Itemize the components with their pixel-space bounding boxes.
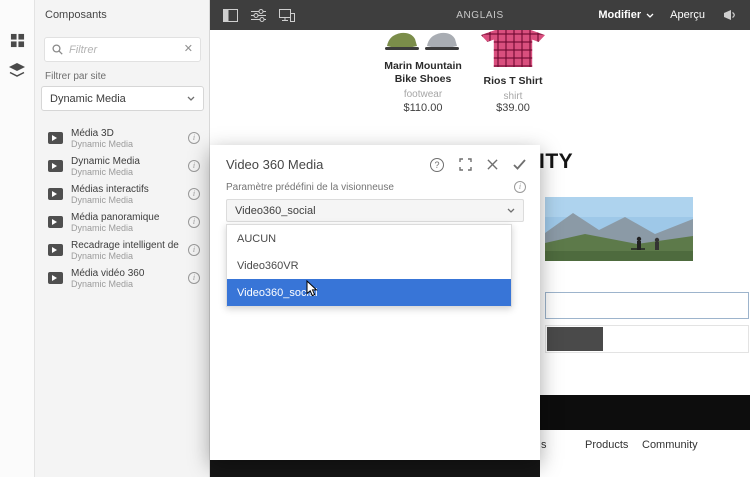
component-title: Média vidéo 360: [71, 267, 145, 279]
fullscreen-icon[interactable]: [459, 158, 472, 171]
site-filter-value: Dynamic Media: [50, 92, 126, 105]
option-video360vr[interactable]: Video360VR: [227, 252, 511, 279]
components-sidebar: Composants ✕ Filtrer par site Dynamic Me…: [35, 0, 210, 477]
info-icon[interactable]: i: [514, 181, 526, 193]
button-placeholder[interactable]: [547, 327, 603, 351]
component-title: Média 3D: [71, 127, 114, 139]
media-component-icon: [48, 132, 63, 144]
component-group: Dynamic Media: [71, 278, 134, 289]
info-icon[interactable]: i: [188, 188, 200, 200]
sidebar-title: Composants: [45, 9, 107, 21]
clear-filter-icon[interactable]: ✕: [184, 44, 193, 55]
chevron-down-icon: [507, 208, 515, 213]
component-title: Recadrage intelligent de la...: [71, 239, 180, 251]
media-component-icon: [48, 272, 63, 284]
option-aucun[interactable]: AUCUN: [227, 225, 511, 252]
info-icon[interactable]: i: [188, 216, 200, 228]
media-component-icon: [48, 160, 63, 172]
product-name: Rios T Shirt: [483, 75, 543, 87]
side-panel-rail: [0, 0, 35, 477]
component-title: Médias interactifs: [71, 183, 149, 195]
component-filter-box: ✕: [44, 37, 201, 62]
viewer-preset-select[interactable]: Video360_social: [226, 199, 524, 222]
search-icon: [52, 44, 63, 55]
component-group: Dynamic Media: [71, 250, 134, 261]
option-video360-social[interactable]: Video360_social: [227, 279, 511, 306]
product-image-shoes: [385, 32, 459, 50]
video-360-media-dialog: Video 360 Media ? Paramètre prédéfini de…: [210, 145, 540, 460]
page-locale-label: ANGLAIS: [456, 9, 504, 21]
footer-link-partial[interactable]: s: [541, 439, 547, 451]
component-item-smart-crop[interactable]: Recadrage intelligent de la...Dynamic Me…: [35, 236, 209, 264]
product-image-shirt: [481, 30, 545, 67]
chevron-down-icon: [187, 96, 195, 101]
announce-icon[interactable]: [721, 7, 738, 24]
media-component-icon: [48, 244, 63, 256]
community-photo[interactable]: [545, 197, 693, 261]
component-item-interactive-media[interactable]: Médias interactifs Dynamic Media i: [35, 180, 209, 208]
close-icon[interactable]: [487, 159, 498, 170]
component-placeholder-box[interactable]: [545, 292, 749, 319]
footer-link-community[interactable]: Community: [642, 439, 698, 451]
confirm-check-icon[interactable]: [513, 159, 526, 170]
component-title: Média panoramique: [71, 211, 160, 223]
media-component-icon: [48, 216, 63, 228]
viewer-preset-value: Video360_social: [235, 204, 316, 217]
component-item-media-3d[interactable]: Média 3D Dynamic Media i: [35, 124, 209, 152]
product-category: footwear: [403, 89, 443, 100]
site-filter-select[interactable]: Dynamic Media: [41, 86, 204, 111]
info-icon[interactable]: i: [188, 272, 200, 284]
filter-by-site-label: Filtrer par site: [45, 71, 107, 82]
info-icon[interactable]: i: [188, 132, 200, 144]
footer-link-products[interactable]: Products: [585, 439, 628, 451]
help-icon[interactable]: ?: [430, 157, 444, 172]
component-group: Dynamic Media: [71, 166, 134, 177]
component-item-video-360[interactable]: Média vidéo 360 Dynamic Media i: [35, 264, 209, 292]
component-placeholder-button-row[interactable]: [545, 325, 749, 353]
chevron-down-icon: [646, 13, 654, 18]
components-panel-icon[interactable]: [4, 28, 30, 52]
component-group: Dynamic Media: [71, 138, 134, 149]
preview-button[interactable]: Aperçu: [670, 9, 705, 21]
section-heading-fragment: ITY: [539, 150, 574, 173]
mode-label: Modifier: [598, 9, 642, 21]
product-name: Marin Mountain Bike Shoes: [384, 60, 462, 85]
component-list: Média 3D Dynamic Media i Dynamic Media Dyn…: [35, 124, 209, 292]
product-price: $110.00: [403, 102, 443, 114]
component-item-panoramic-media[interactable]: Média panoramique Dynamic Media i: [35, 208, 209, 236]
component-title: Dynamic Media: [71, 155, 140, 167]
editor-toolbar: ANGLAIS Modifier Aperçu: [210, 0, 750, 30]
viewer-preset-dropdown: AUCUN Video360VR Video360_social: [226, 224, 512, 307]
product-price: $39.00: [496, 102, 530, 114]
product-card-t-shirt[interactable]: Rios T Shirt shirt $39.00: [468, 30, 558, 114]
emulator-devices-icon[interactable]: [278, 7, 295, 24]
media-component-icon: [48, 188, 63, 200]
component-item-dynamic-media[interactable]: Dynamic Media Dynamic Media i: [35, 152, 209, 180]
product-card-bike-shoes[interactable]: Marin Mountain Bike Shoes footwear $110.…: [378, 30, 468, 114]
mode-selector[interactable]: Modifier: [598, 9, 654, 21]
toggle-side-panel-icon[interactable]: [222, 7, 239, 24]
component-filter-input[interactable]: [69, 43, 178, 56]
info-icon[interactable]: i: [188, 244, 200, 256]
component-group: Dynamic Media: [71, 194, 134, 205]
component-group: Dynamic Media: [71, 222, 134, 233]
product-category: shirt: [503, 91, 523, 102]
info-icon[interactable]: i: [188, 160, 200, 172]
assets-panel-icon[interactable]: [4, 58, 30, 82]
page-properties-icon[interactable]: [250, 7, 267, 24]
viewer-preset-label: Paramètre prédéfini de la visionneuse: [226, 181, 394, 193]
dialog-title: Video 360 Media: [226, 157, 324, 172]
